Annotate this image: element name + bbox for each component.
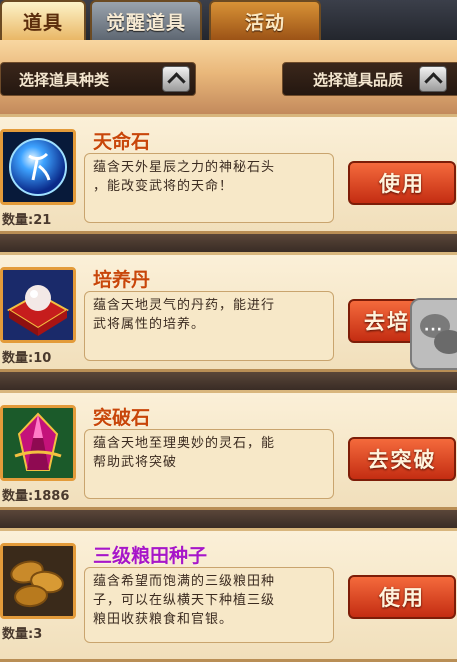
item-name: 天命石 — [93, 131, 151, 153]
item-quantity: 数量:1886 — [2, 489, 70, 504]
description-line: 子，可以在纵横天下种植三级 — [93, 593, 276, 608]
chevron-up-icon[interactable] — [419, 66, 447, 92]
item-type-label: 选择道具种类 — [19, 70, 110, 89]
description-line: 蕴含希望而饱满的三级粮田种 — [93, 574, 276, 589]
breakthrough-button[interactable]: 去突破 — [348, 437, 456, 481]
list-item: 数量:3 三级粮田种子 蕴含希望而饱满的三级粮田种 子，可以在纵横天下种植三级 … — [0, 528, 457, 662]
tab-items[interactable]: 道具 — [0, 0, 86, 40]
seeds-icon — [0, 543, 76, 619]
tab-bar: 道具 觉醒道具 活动 — [0, 0, 457, 40]
item-description: 蕴含天地至理奥妙的灵石，能 帮助武将突破 — [84, 429, 334, 499]
item-description: 蕴含天地灵气的丹药，能进行 武将属性的培养。 — [84, 291, 334, 361]
description-line: 粮田收获粮食和官银。 — [93, 612, 234, 627]
list-item: 数量:1886 突破石 蕴含天地至理奥妙的灵石，能 帮助武将突破 去突破 — [0, 390, 457, 510]
description-line: 武将属性的培养。 — [93, 317, 206, 332]
item-quantity: 数量:3 — [2, 627, 43, 642]
row-divider — [0, 510, 457, 528]
chevron-up-icon[interactable] — [162, 66, 190, 92]
item-type-selector[interactable]: 选择道具种类 — [0, 62, 196, 96]
description-line: 蕴含天地灵气的丹药，能进行 — [93, 298, 276, 313]
list-item: 数量:21 天命石 蕴含天外星辰之力的神秘石头 ，能改变武将的天命！ 使用 — [0, 114, 457, 234]
chat-bubbles-icon[interactable]: ··· — [410, 298, 457, 370]
description-line: ，能改变武将的天命！ — [93, 179, 234, 194]
use-button[interactable]: 使用 — [348, 161, 456, 205]
row-divider — [0, 234, 457, 252]
tab-events[interactable]: 活动 — [209, 0, 321, 40]
description-line: 蕴含天外星辰之力的神秘石头 — [93, 160, 276, 175]
item-quality-label: 选择道具品质 — [313, 70, 404, 89]
blue-orb-icon — [0, 129, 76, 205]
item-quantity: 数量:10 — [2, 351, 52, 366]
description-line: 帮助武将突破 — [93, 455, 178, 470]
use-button[interactable]: 使用 — [348, 575, 456, 619]
item-quality-selector[interactable]: 选择道具品质 — [282, 62, 457, 96]
tab-awakening-items[interactable]: 觉醒道具 — [90, 0, 202, 40]
list-item: 数量:10 培养丹 蕴含天地灵气的丹药，能进行 武将属性的培养。 去培 — [0, 252, 457, 372]
red-crystal-icon — [0, 405, 76, 481]
filter-band: 选择道具种类 选择道具品质 — [0, 40, 457, 114]
item-name: 突破石 — [93, 407, 151, 429]
item-quantity: 数量:21 — [2, 213, 52, 228]
item-list[interactable]: 数量:21 天命石 蕴含天外星辰之力的神秘石头 ，能改变武将的天命！ 使用 数量… — [0, 114, 457, 662]
item-description: 蕴含希望而饱满的三级粮田种 子，可以在纵横天下种植三级 粮田收获粮食和官银。 — [84, 567, 334, 643]
row-divider — [0, 372, 457, 390]
description-line: 蕴含天地至理奥妙的灵石，能 — [93, 436, 276, 451]
ellipsis-icon: ··· — [424, 322, 443, 338]
item-name: 培养丹 — [93, 269, 151, 291]
item-name: 三级粮田种子 — [93, 545, 208, 567]
pearl-on-cushion-icon — [0, 267, 76, 343]
item-description: 蕴含天外星辰之力的神秘石头 ，能改变武将的天命！ — [84, 153, 334, 223]
